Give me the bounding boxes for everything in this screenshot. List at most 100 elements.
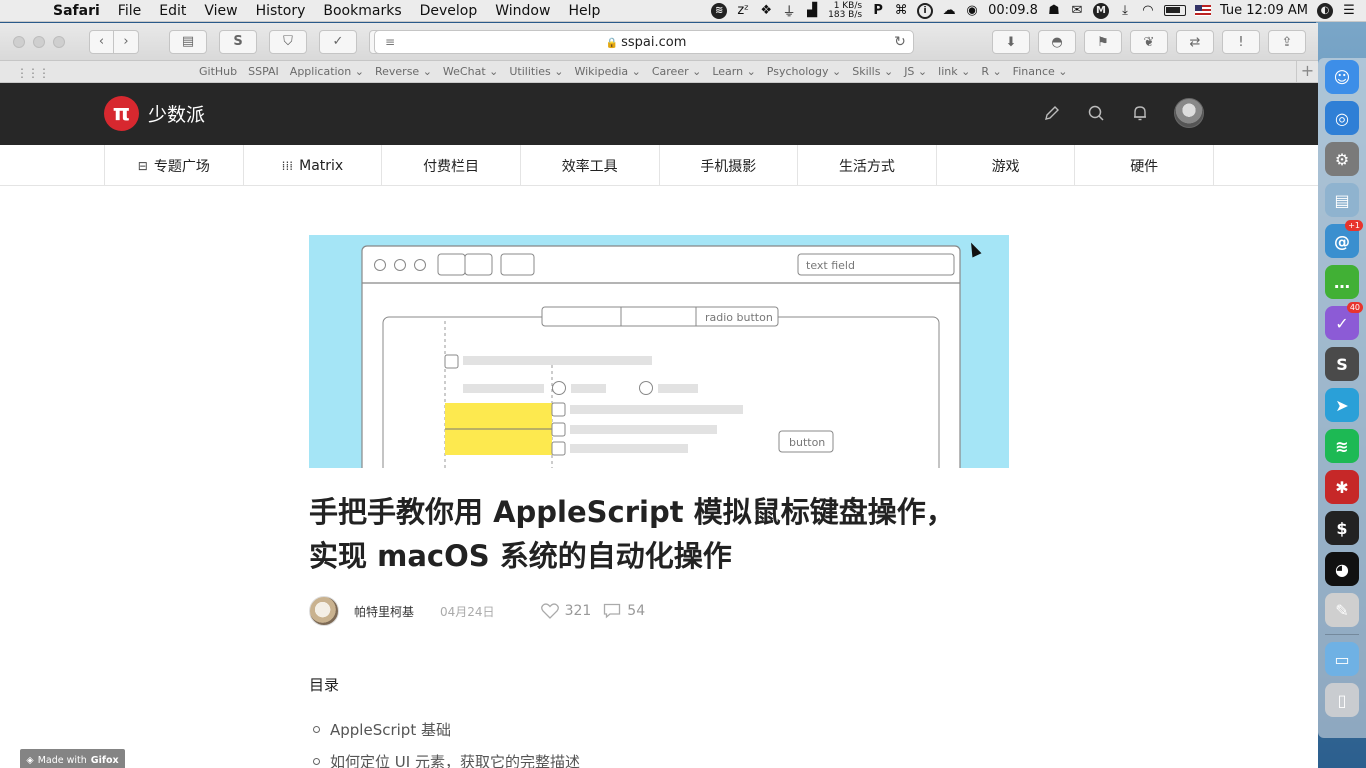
dock-bugs-icon[interactable]: ✱ — [1325, 470, 1359, 504]
bookmark-item[interactable]: Finance ⌄ — [1013, 65, 1068, 78]
dock-wechat-icon[interactable]: … — [1325, 265, 1359, 299]
toc-item[interactable]: 如何定位 UI 元素，获取它的完整描述 — [313, 745, 580, 768]
pin-extension-icon[interactable]: ⚑ — [1084, 30, 1122, 54]
user-avatar-icon[interactable]: ◐ — [1317, 2, 1333, 19]
reload-icon[interactable]: ↻ — [887, 34, 913, 50]
leaf-extension-icon[interactable]: ❦ — [1130, 30, 1168, 54]
menu-view[interactable]: View — [195, 3, 246, 19]
dock-trash-icon[interactable]: ▯ — [1325, 683, 1359, 717]
command-status-icon[interactable]: ⌘ — [894, 3, 908, 19]
menu-develop[interactable]: Develop — [411, 3, 487, 19]
battery-icon[interactable] — [1163, 5, 1186, 16]
bookmark-item[interactable]: Application ⌄ — [290, 65, 364, 78]
top-sites-grid-icon[interactable]: ⋮⋮⋮ — [16, 66, 50, 80]
category-lifestyle[interactable]: 生活方式 — [798, 145, 937, 186]
swap-extension-icon[interactable]: ⇄ — [1176, 30, 1214, 54]
dock-preview-icon[interactable]: ▤ — [1325, 183, 1359, 217]
menu-history[interactable]: History — [247, 3, 315, 19]
bookmark-item[interactable]: Psychology ⌄ — [767, 65, 841, 78]
bookmark-item[interactable]: SSPAI — [248, 65, 279, 78]
m-status-icon[interactable]: M — [1092, 2, 1109, 19]
search-icon[interactable] — [1086, 103, 1106, 123]
dock-folder-icon[interactable]: ▭ — [1325, 642, 1359, 676]
dock-safari-icon[interactable]: ◎ — [1325, 101, 1359, 135]
category-matrix[interactable]: ⁞⁞⁞ Matrix — [244, 145, 383, 186]
category-productivity[interactable]: 效率工具 — [521, 145, 660, 186]
menu-edit[interactable]: Edit — [150, 3, 195, 19]
broom-status-icon[interactable]: ⏚ — [782, 3, 796, 20]
menu-bookmarks[interactable]: Bookmarks — [314, 3, 410, 19]
incognito-extension-icon[interactable]: ◓ — [1038, 30, 1076, 54]
bell-icon[interactable] — [1130, 103, 1150, 123]
v-extension-icon[interactable]: ✓ — [319, 29, 357, 54]
dock-omnifocus-icon[interactable]: ✓ 40 — [1325, 302, 1363, 340]
menu-file[interactable]: File — [109, 3, 150, 19]
bookmark-item[interactable]: Skills ⌄ — [852, 65, 893, 78]
comment-button[interactable]: 54 — [603, 603, 645, 619]
bookmark-item[interactable]: Career ⌄ — [652, 65, 701, 78]
zoom-window-button[interactable] — [53, 35, 65, 48]
category-hardware[interactable]: 硬件 — [1075, 145, 1214, 186]
like-button[interactable]: 321 — [540, 603, 591, 619]
author-name[interactable]: 帕特里柯基 — [354, 603, 414, 620]
wechat-status-icon[interactable]: ✉ — [1070, 3, 1084, 19]
category-games[interactable]: 游戏 — [937, 145, 1076, 186]
notification-center-icon[interactable]: ☰ — [1342, 3, 1356, 19]
bookmark-item[interactable]: Wikipedia ⌄ — [574, 65, 640, 78]
cloud-status-icon[interactable]: ☁ — [942, 3, 956, 19]
dropbox-status-icon[interactable]: ❖ — [759, 3, 773, 19]
url-display[interactable]: 🔒 sspai.com — [405, 35, 887, 50]
share-icon[interactable]: ⇪ — [1268, 30, 1306, 54]
bookmark-item[interactable]: Utilities ⌄ — [509, 65, 563, 78]
write-pencil-icon[interactable] — [1042, 103, 1062, 123]
menu-window[interactable]: Window — [486, 3, 559, 19]
author-avatar[interactable] — [309, 596, 339, 626]
minimize-window-button[interactable] — [33, 35, 45, 48]
toc-item[interactable]: AppleScript 基础 — [313, 713, 580, 745]
user-avatar[interactable] — [1174, 98, 1204, 128]
download-status-icon[interactable]: ⤓ — [1118, 3, 1132, 19]
bookmark-item[interactable]: GitHub — [199, 65, 237, 78]
shield-extension-icon[interactable]: ⛉ — [269, 29, 307, 54]
info-status-icon[interactable]: i — [917, 2, 934, 19]
forward-button[interactable]: › — [114, 29, 139, 54]
dock-telegram-icon[interactable]: ➤ — [1325, 388, 1359, 422]
new-tab-button[interactable]: + — [1296, 61, 1318, 83]
dock-script-editor-icon[interactable]: ✎ — [1325, 593, 1359, 627]
menu-help[interactable]: Help — [559, 3, 609, 19]
back-button[interactable]: ‹ — [89, 29, 114, 54]
bookmark-item[interactable]: JS ⌄ — [904, 65, 927, 78]
p-status-icon[interactable]: P — [871, 3, 885, 19]
dock-terminal-icon[interactable]: $ — [1325, 511, 1359, 545]
bookmark-item[interactable]: Learn ⌄ — [712, 65, 755, 78]
reader-mode-icon[interactable]: ≡ — [375, 35, 405, 49]
category-topics[interactable]: ⊟ 专题广场 — [105, 145, 244, 186]
category-paid-columns[interactable]: 付费栏目 — [382, 145, 521, 186]
dock-spotify-icon[interactable]: ≋ — [1325, 429, 1359, 463]
input-source-flag-icon[interactable] — [1194, 5, 1211, 16]
dock-sublime-text-icon[interactable]: S — [1325, 347, 1359, 381]
dock-finder-icon[interactable]: ☺ — [1325, 60, 1359, 94]
bookmark-item[interactable]: R ⌄ — [981, 65, 1001, 78]
category-mobile-photography[interactable]: 手机摄影 — [660, 145, 799, 186]
downloads-icon[interactable]: ⬇ — [992, 30, 1030, 54]
bookmark-item[interactable]: link ⌄ — [938, 65, 970, 78]
ghost-status-icon[interactable]: ☗ — [1047, 3, 1061, 19]
sleep-status-icon[interactable]: zᶻ — [736, 3, 750, 19]
alert-extension-icon[interactable]: ! — [1222, 30, 1260, 54]
menu-app-name[interactable]: Safari — [44, 3, 109, 19]
dock-system-preferences-icon[interactable]: ⚙ — [1325, 142, 1359, 176]
s-extension-icon[interactable]: S — [219, 29, 257, 54]
site-logo[interactable]: π 少数派 — [104, 96, 205, 131]
bookmark-item[interactable]: WeChat ⌄ — [443, 65, 498, 78]
close-window-button[interactable] — [13, 35, 25, 48]
dock-nautilus-icon[interactable]: @ +1 — [1325, 220, 1363, 258]
bookmark-item[interactable]: Reverse ⌄ — [375, 65, 432, 78]
sidebar-icon[interactable]: ▤ — [169, 29, 207, 54]
address-bar[interactable]: ≡ 🔒 sspai.com ↻ — [374, 30, 914, 54]
menubar-clock[interactable]: Tue 12:09 AM — [1220, 3, 1308, 18]
activity-status-icon[interactable]: ▟ — [805, 3, 819, 19]
spotify-status-icon[interactable]: ≋ — [711, 2, 728, 19]
dock-qq-icon[interactable]: ◕ — [1325, 552, 1359, 586]
record-status-icon[interactable]: ◉ — [965, 3, 979, 19]
